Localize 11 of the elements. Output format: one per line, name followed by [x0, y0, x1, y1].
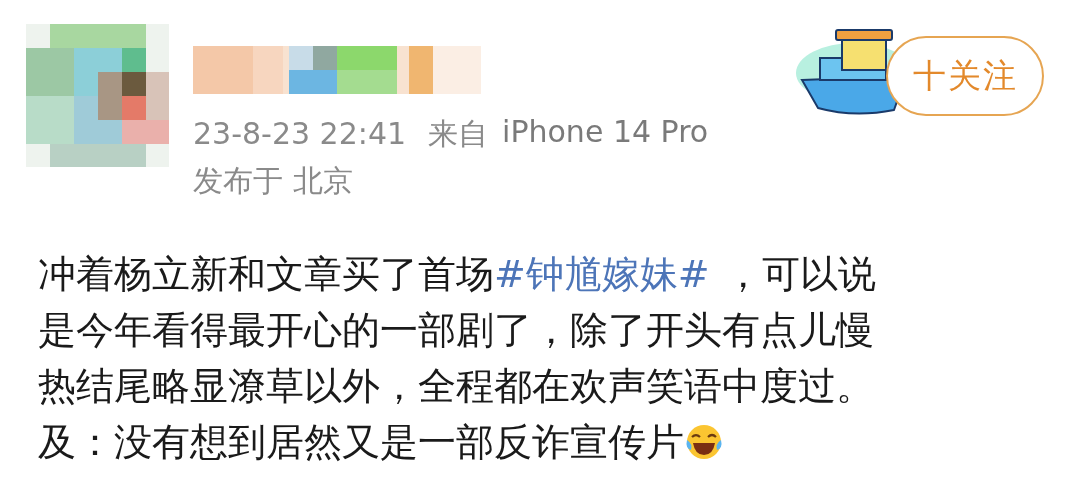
post-text-line: 及：没有想到居然又是一部反诈宣传片 — [38, 414, 1080, 470]
laughing-emoji-icon — [684, 422, 724, 462]
post-location: 发布于 北京 — [193, 162, 354, 200]
post-text-line: 是今年看得最开心的一部剧了，除了开头有点儿慢 — [38, 307, 875, 354]
hashtag-link[interactable]: #钟馗嫁妹# — [494, 246, 710, 302]
follow-button[interactable]: 十关注 — [886, 36, 1044, 116]
device-source: iPhone 14 Pro — [502, 114, 709, 151]
post-text-line: 热结尾略显潦草以外，全程都在欢声笑语中度过。 — [38, 363, 875, 410]
post-text-line: 冲着杨立新和文章买了首场#钟馗嫁妹# ，可以说 — [38, 246, 1080, 302]
post-time: 23-8-23 22:41 — [193, 116, 407, 151]
source-label: 来自 — [428, 115, 489, 153]
